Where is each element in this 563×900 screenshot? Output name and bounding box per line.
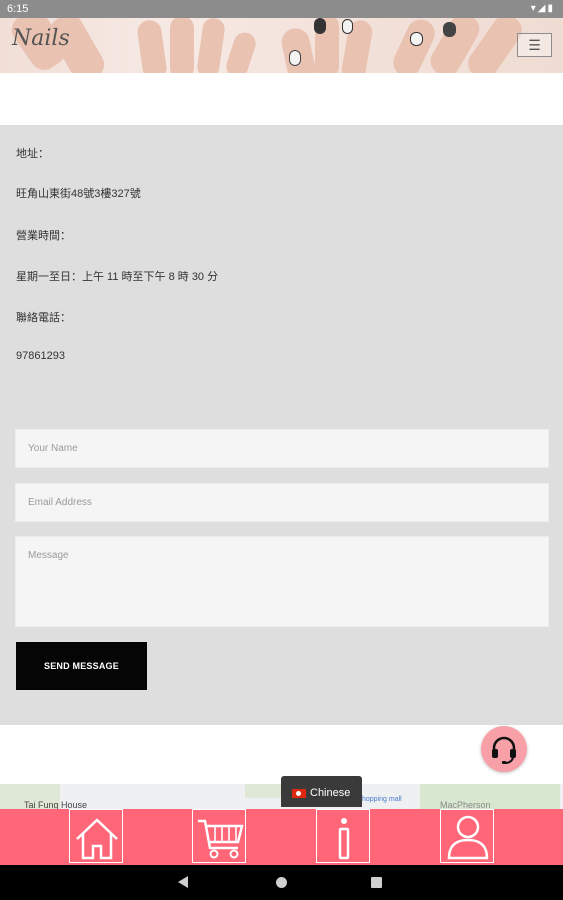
hours-label: 營業時間： — [16, 230, 71, 242]
hours-value: 星期一至日：上午 11 時至下午 8 時 30 分 — [16, 271, 219, 283]
contact-panel: 地址： 旺角山東街48號3樓327號 營業時間： 星期一至日：上午 11 時至下… — [0, 125, 563, 725]
address-label: 地址： — [16, 148, 49, 160]
headset-icon — [492, 736, 516, 764]
cart-icon — [198, 819, 244, 859]
message-textarea[interactable]: Message — [15, 536, 549, 627]
tab-cart[interactable] — [192, 809, 246, 863]
wifi-icon: ▾ — [530, 3, 538, 14]
send-message-button[interactable]: SEND MESSAGE — [16, 642, 147, 690]
phone-value[interactable]: 97861293 — [16, 350, 65, 362]
brand-logo[interactable]: Nails — [12, 26, 70, 68]
bottom-tab-bar — [0, 809, 563, 865]
status-bar: 6:15 ▾◢▮ — [0, 0, 563, 18]
status-icons: ▾◢▮ — [531, 3, 555, 14]
status-time: 6:15 — [7, 3, 29, 15]
tab-info[interactable] — [316, 809, 370, 863]
hamburger-menu-icon[interactable]: ☰ — [517, 33, 552, 57]
home-circle-icon[interactable] — [276, 877, 287, 888]
home-icon — [76, 818, 118, 860]
info-icon — [338, 818, 350, 860]
tab-home[interactable] — [69, 809, 123, 863]
address-value: 旺角山東街48號3樓327號 — [16, 188, 141, 200]
language-label: Chinese — [310, 787, 351, 799]
user-icon — [447, 815, 489, 860]
map-label-mall: hopping mall — [362, 796, 402, 803]
hong-kong-flag-icon — [292, 789, 306, 798]
email-input[interactable]: Email Address — [15, 483, 549, 522]
customer-support-button[interactable] — [481, 726, 527, 772]
system-nav-bar — [0, 865, 563, 900]
battery-icon: ▮ — [547, 3, 555, 14]
back-icon[interactable] — [178, 876, 188, 888]
recent-apps-icon[interactable] — [371, 877, 382, 888]
tab-account[interactable] — [440, 809, 494, 863]
header-banner: Nails ☰ — [0, 18, 563, 73]
phone-label: 聯絡電話： — [16, 312, 71, 324]
language-selector[interactable]: Chinese — [281, 776, 362, 807]
name-input[interactable]: Your Name — [15, 429, 549, 468]
